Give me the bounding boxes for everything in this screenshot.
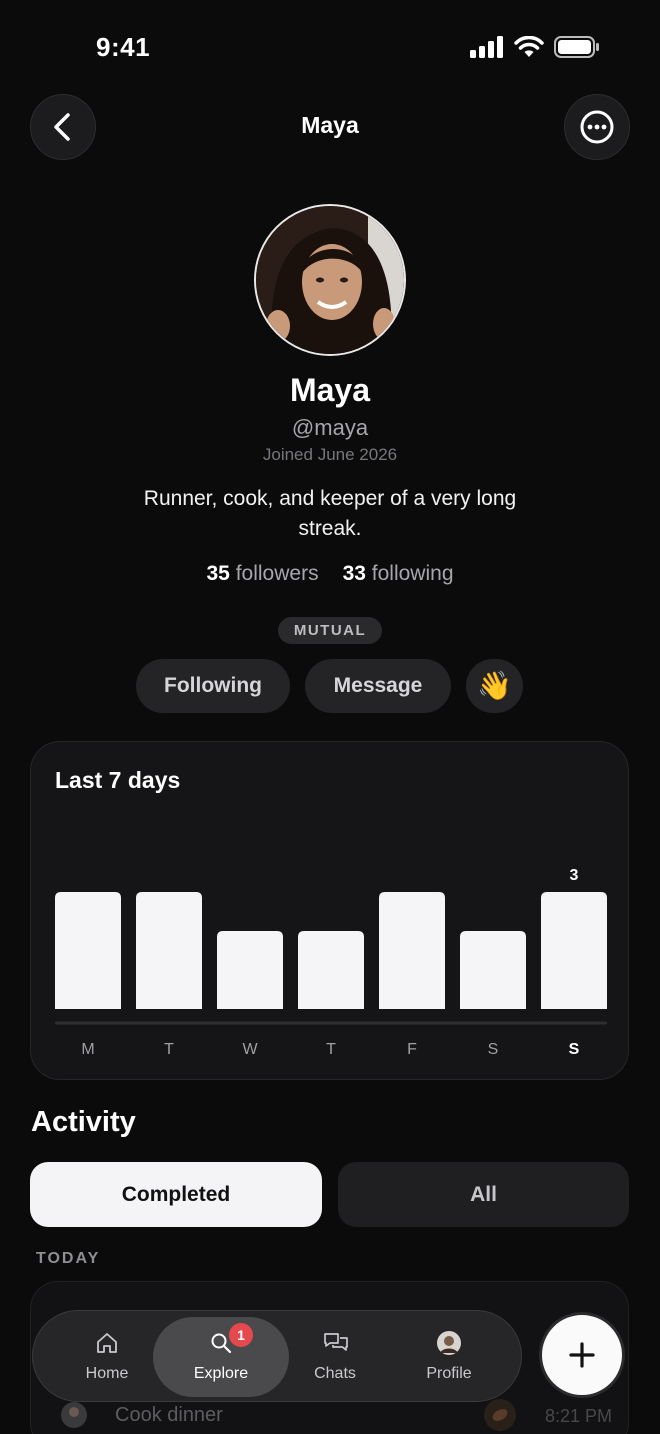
tab-explore-label: Explore — [193, 1365, 249, 1382]
status-time: 9:41 — [96, 32, 151, 62]
chart-data-label: 3 — [570, 867, 579, 884]
chat-bubbles-icon — [324, 1333, 348, 1351]
following-button[interactable]: Following — [136, 659, 290, 713]
chart-bar — [379, 892, 445, 1009]
chart-bar — [541, 892, 607, 1009]
mutual-badge: MUTUAL — [278, 617, 382, 644]
activity-avatar-icon — [61, 1402, 87, 1428]
tab-chats-label: Chats — [314, 1365, 356, 1382]
weekly-bar-chart: M T W T F S S 3 — [55, 867, 607, 1058]
chart-x-tick-label: F — [407, 1041, 417, 1058]
status-bar: 9:41 — [0, 0, 660, 96]
page-title: Maya — [301, 112, 359, 138]
tab-profile-label: Profile — [426, 1365, 472, 1382]
activity-item-title: Cook dinner — [115, 1404, 223, 1426]
following-label: following — [371, 562, 454, 585]
tab-home-label: Home — [85, 1365, 129, 1382]
home-icon — [97, 1333, 117, 1353]
tab-chats[interactable]: Chats — [275, 1317, 395, 1397]
section-label-today: TODAY — [36, 1250, 101, 1267]
food-icon — [484, 1399, 516, 1431]
chart-bar — [136, 892, 202, 1009]
tab-completed[interactable]: Completed — [30, 1162, 322, 1227]
profile-name: Maya — [289, 372, 371, 408]
chart-bar — [217, 931, 283, 1009]
chart-x-tick-label: W — [242, 1041, 258, 1058]
following-link[interactable]: 33 following — [343, 562, 454, 585]
weekly-chart-card: Last 7 days MTWTFSS3 — [30, 741, 629, 1080]
tab-profile[interactable]: Profile — [389, 1317, 509, 1397]
ellipsis-circle-icon — [580, 110, 614, 144]
activity-title: Activity — [31, 1106, 136, 1138]
tab-bar: Home 1 Explore Chats Profile — [32, 1310, 522, 1402]
profile-avatar — [254, 204, 406, 356]
tab-home[interactable]: Home — [47, 1317, 167, 1397]
chart-bar — [298, 931, 364, 1009]
followers-count: 35 — [206, 562, 230, 585]
signal-icon — [470, 36, 503, 58]
tab-explore[interactable]: 1 Explore — [153, 1317, 289, 1397]
wifi-icon — [514, 36, 544, 57]
avatar-portrait — [256, 206, 404, 354]
add-button[interactable] — [539, 1312, 625, 1398]
chart-x-axis — [55, 1021, 607, 1025]
more-options-button[interactable] — [564, 94, 630, 160]
chart-bar — [460, 931, 526, 1009]
chart-x-tick-label: S — [488, 1041, 499, 1058]
chart-x-tick-label: T — [326, 1041, 336, 1058]
status-icons — [470, 36, 600, 58]
profile-handle: @maya — [291, 415, 369, 440]
profile-bio: Runner, cook, and keeper of a very long … — [143, 487, 517, 540]
tab-all[interactable]: All — [338, 1162, 629, 1227]
followers-label: followers — [235, 562, 319, 585]
plus-icon — [569, 1342, 595, 1368]
chart-x-tick-label: S — [569, 1041, 580, 1058]
profile-joined-date: Joined June 2026 — [262, 445, 398, 464]
following-count: 33 — [342, 562, 366, 585]
chart-bar — [55, 892, 121, 1009]
chart-x-tick-label: M — [81, 1041, 94, 1058]
activity-item-time: 8:21 PM — [545, 1406, 613, 1426]
battery-icon — [554, 36, 599, 58]
message-button[interactable]: Message — [305, 659, 451, 713]
wave-button[interactable]: 👋 — [466, 659, 523, 713]
profile-stats: 35 followers 33 following — [0, 562, 660, 586]
notification-badge: 1 — [229, 1323, 253, 1347]
followers-link[interactable]: 35 followers — [207, 562, 319, 585]
avatar-icon — [437, 1331, 461, 1355]
chart-x-tick-label: T — [164, 1041, 174, 1058]
